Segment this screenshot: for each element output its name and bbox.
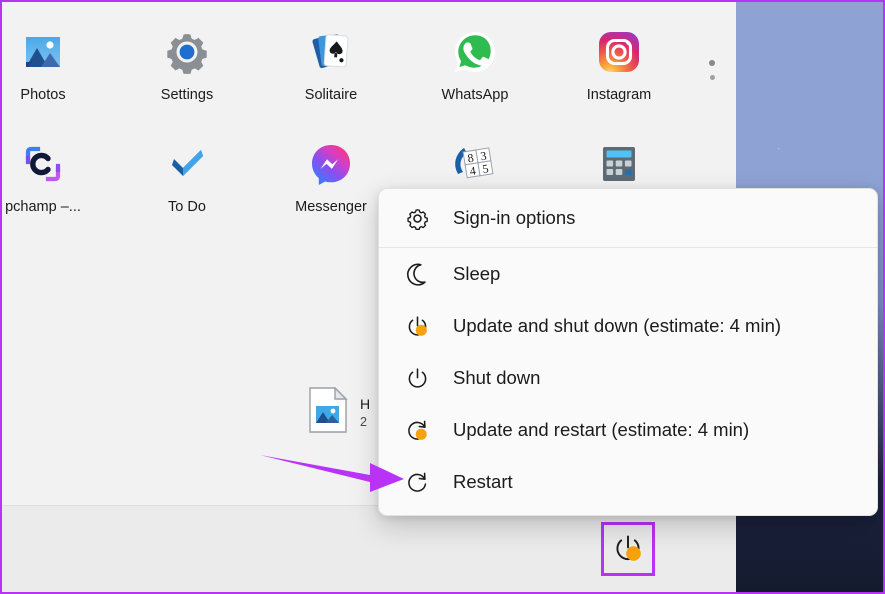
menu-item-label: Update and shut down (estimate: 4 min): [453, 315, 782, 336]
settings-gear-icon: [163, 28, 211, 76]
app-label: Instagram: [586, 87, 652, 103]
menu-item-label: Shut down: [453, 367, 541, 388]
moon-icon: [404, 261, 430, 287]
recommended-subtext-line2: ly added: [0, 402, 1, 430]
instagram-icon: [595, 28, 643, 76]
recommended-list-item[interactable]: H 2: [308, 386, 370, 438]
app-tile-clipchamp[interactable]: pchamp –...: [0, 126, 115, 238]
menu-item-update-and-restart[interactable]: Update and restart (estimate: 4 min): [379, 404, 877, 456]
sudoku-icon: 8 3 4 5: [451, 140, 499, 188]
app-label: Messenger: [295, 199, 367, 215]
power-icon: [404, 313, 430, 339]
update-available-badge: [415, 324, 427, 336]
recommended-item-title: H: [360, 396, 371, 412]
gear-icon: [404, 205, 430, 231]
app-tile-whatsapp[interactable]: WhatsApp: [403, 14, 547, 126]
update-available-badge: [415, 428, 427, 440]
app-tile-photos[interactable]: Photos: [0, 14, 115, 126]
clipchamp-icon: [19, 140, 67, 188]
whatsapp-icon: [451, 28, 499, 76]
pinned-apps-row: Photos Settings Solitaire WhatsApp Insta…: [0, 14, 736, 126]
restart-icon: [404, 417, 430, 443]
calculator-icon: [595, 140, 643, 188]
menu-item-restart[interactable]: Restart: [379, 456, 877, 508]
app-label: WhatsApp: [441, 87, 509, 103]
app-label: To Do: [168, 199, 206, 215]
page-dot-inactive[interactable]: [709, 75, 715, 80]
menu-item-label: Sleep: [453, 263, 501, 284]
todo-check-icon: [163, 140, 211, 188]
app-label: Photos: [20, 87, 66, 103]
page-dot-active[interactable]: [709, 60, 715, 66]
menu-item-label: Update and restart (estimate: 4 min): [453, 419, 750, 440]
recommended-item-text: H 2: [360, 396, 370, 429]
menu-item-shut-down[interactable]: Shut down: [379, 352, 877, 404]
menu-item-update-and-shut-down[interactable]: Update and shut down (estimate: 4 min): [379, 300, 877, 352]
messenger-icon: [307, 140, 355, 188]
menu-item-sleep[interactable]: Sleep: [379, 248, 877, 300]
menu-item-sign-in-options[interactable]: Sign-in options: [379, 189, 877, 247]
app-label: Solitaire: [304, 87, 358, 103]
recommended-item-subtitle: 2: [360, 415, 367, 429]
restart-icon: [404, 469, 430, 495]
app-tile-settings[interactable]: Settings: [115, 14, 259, 126]
app-label: Settings: [160, 87, 214, 103]
app-tile-todo[interactable]: To Do: [115, 126, 259, 238]
app-tile-instagram[interactable]: Instagram: [547, 14, 691, 126]
image-file-icon: [308, 386, 348, 438]
power-button-highlight-box: [601, 522, 655, 576]
photos-icon: [19, 28, 67, 76]
menu-item-label: Restart: [453, 471, 513, 492]
recommended-subtext: y ly added: [0, 374, 1, 430]
app-label: pchamp –...: [5, 199, 81, 215]
recommended-subtext-line1: y: [0, 374, 1, 402]
solitaire-cards-icon: [307, 28, 355, 76]
pinned-page-indicator[interactable]: [709, 60, 715, 80]
menu-item-label: Sign-in options: [453, 207, 576, 228]
power-icon: [404, 365, 430, 391]
power-context-menu: Sign-in options Sleep Update and shut do…: [378, 188, 878, 516]
app-tile-solitaire[interactable]: Solitaire: [259, 14, 403, 126]
